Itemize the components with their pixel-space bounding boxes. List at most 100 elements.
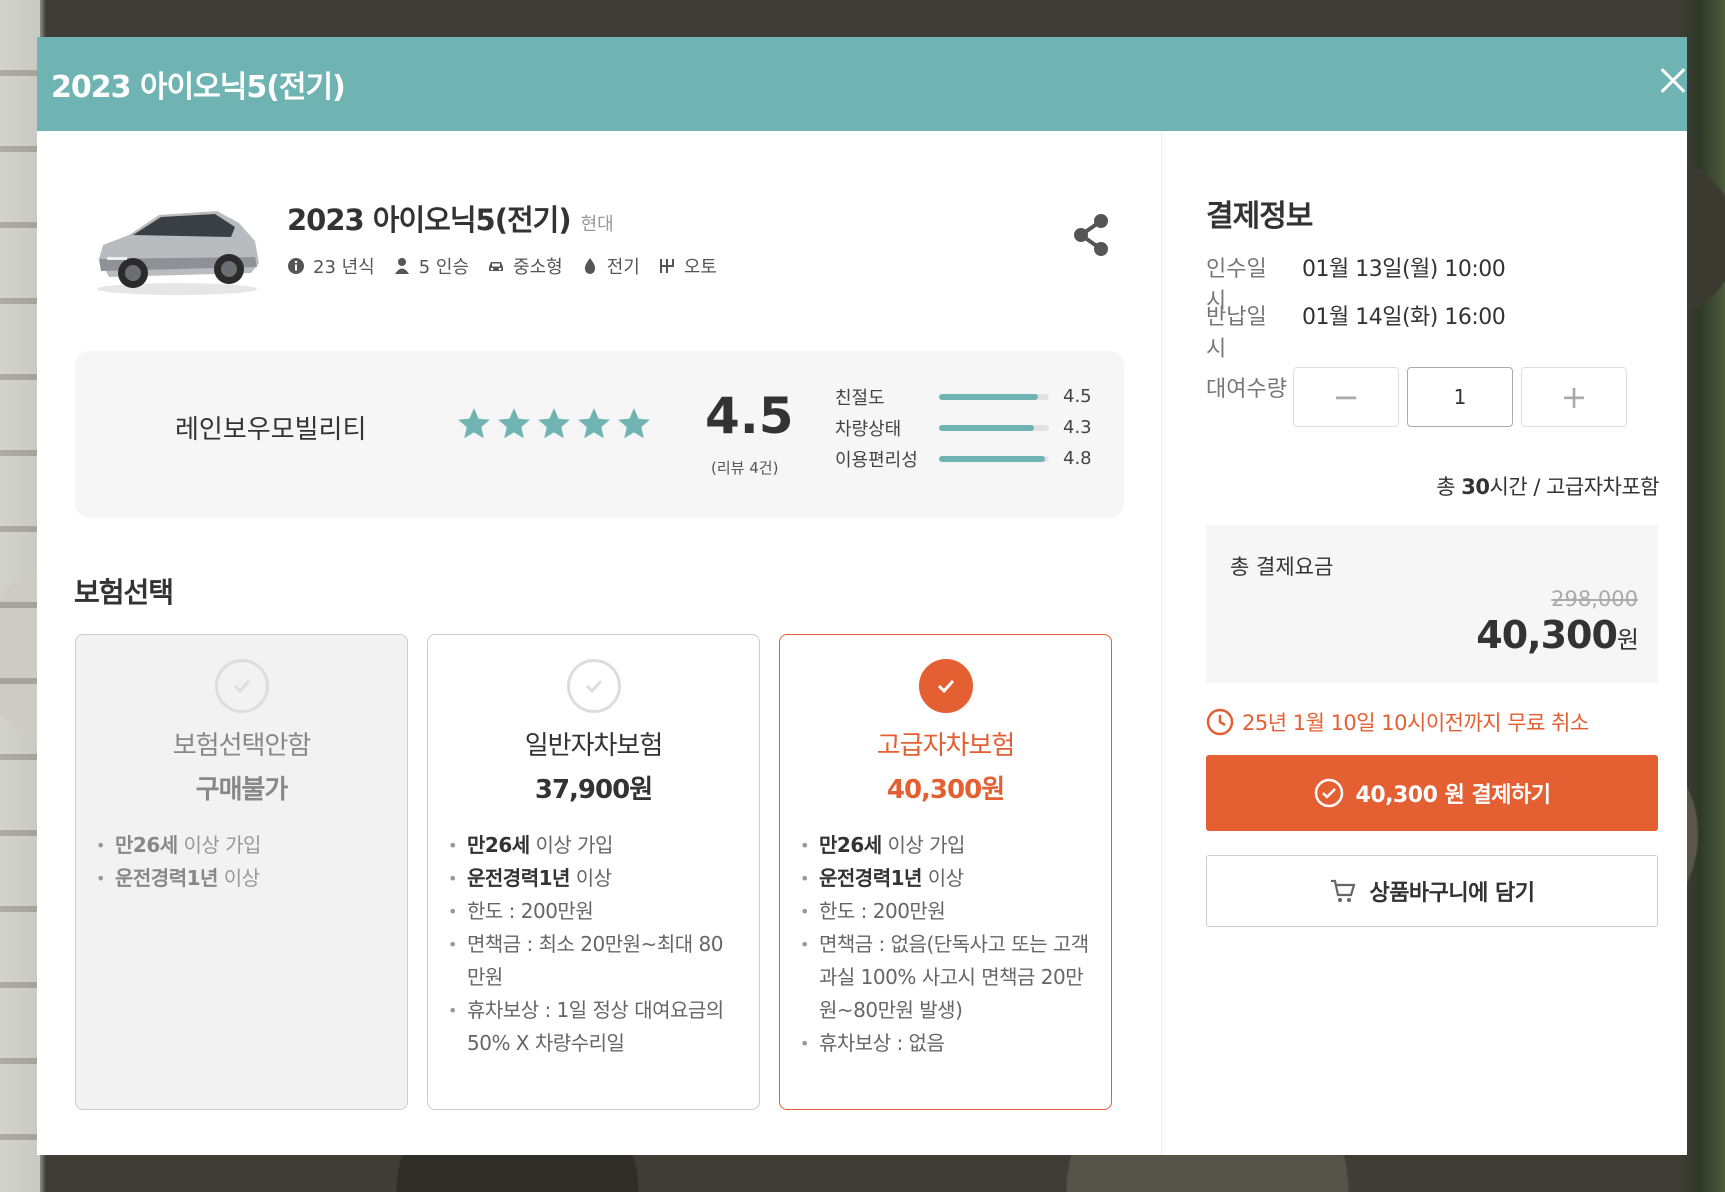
cart-button-label: 상품바구니에 담기 bbox=[1369, 881, 1535, 906]
modal-body: 2023 아이오닉5(전기) 현대 23 년식 5 인승 중소형 전기 오토 레… bbox=[37, 131, 1687, 1155]
rating-score: 4.5 bbox=[705, 387, 794, 445]
total-hours-value: 30 bbox=[1461, 475, 1490, 499]
spec-year: 23 년식 bbox=[287, 253, 375, 279]
insurance-price: 37,900원 bbox=[534, 775, 653, 805]
spec-seats: 5 인승 bbox=[393, 253, 469, 279]
original-price: 298,000 bbox=[1551, 587, 1638, 611]
feature-item: 면책금 : 없음(단독사고 또는 고객과실 100% 사고시 면책금 20만원~… bbox=[800, 928, 1091, 1027]
total-price-label: 총 결제요금 bbox=[1230, 555, 1334, 579]
rating-row-condition: 차량상태 4.3 bbox=[835, 412, 1092, 443]
return-row: 반납일시 01월 14일(화) 16:00 bbox=[1206, 299, 1506, 363]
insurance-card-premium[interactable]: 고급자차보험 40,300원 만26세 이상 가입운전경력1년 이상한도 : 2… bbox=[779, 634, 1112, 1110]
pay-button[interactable]: 40,300 원 결제하기 bbox=[1206, 755, 1658, 831]
total-price-box: 총 결제요금 298,000 40,300원 bbox=[1206, 525, 1658, 683]
car-detail-modal: 2023 아이오닉5(전기) 2023 아이오닉5(전기) 현대 23 년식 5… bbox=[37, 37, 1687, 1155]
car-specs: 23 년식 5 인승 중소형 전기 오토 bbox=[287, 253, 717, 279]
insurance-card-none[interactable]: 보험선택안함 구매불가 만26세 이상 가입운전경력1년 이상 bbox=[75, 634, 408, 1110]
total-hours-prefix: 총 bbox=[1436, 475, 1462, 499]
payment-title: 결제정보 bbox=[1206, 199, 1313, 234]
cart-icon bbox=[1331, 879, 1356, 902]
currency-unit: 원 bbox=[1616, 626, 1639, 654]
rating-label-convenience: 이용편리성 bbox=[835, 449, 918, 471]
feature-item: 운전경력1년 이상 bbox=[448, 862, 739, 895]
rating-value-condition: 4.3 bbox=[1063, 417, 1092, 438]
insurance-price: 40,300원 bbox=[886, 775, 1005, 805]
feature-text: 면책금 : 없음(단독사고 또는 고객과실 100% 사고시 면책금 20만원~… bbox=[819, 932, 1089, 1022]
feature-highlight: 운전경력1년 bbox=[467, 866, 570, 890]
insurance-card-standard[interactable]: 일반자차보험 37,900원 만26세 이상 가입운전경력1년 이상한도 : 2… bbox=[427, 634, 760, 1110]
feature-highlight: 만26세 bbox=[819, 833, 882, 857]
rating-row-kindness: 친절도 4.5 bbox=[835, 381, 1092, 412]
feature-text: 휴차보상 : 1일 정상 대여요금의 50% X 차량수리일 bbox=[467, 998, 724, 1055]
info-icon bbox=[288, 258, 304, 274]
feature-text: 한도 : 200만원 bbox=[467, 899, 594, 923]
quantity-minus-button[interactable]: − bbox=[1293, 367, 1399, 427]
rating-bar-fill-kindness bbox=[939, 393, 1038, 400]
rating-value-convenience: 4.8 bbox=[1063, 448, 1092, 469]
feature-text: 한도 : 200만원 bbox=[819, 899, 946, 923]
check-circle-icon bbox=[919, 659, 973, 713]
feature-text: 이상 가입 bbox=[177, 833, 261, 857]
background-stripes bbox=[0, 0, 40, 1192]
rating-bar-track bbox=[939, 393, 1049, 400]
star-icon bbox=[618, 408, 650, 439]
feature-item: 휴차보상 : 없음 bbox=[800, 1027, 1091, 1060]
star-icon bbox=[458, 408, 490, 439]
add-to-cart-button[interactable]: 상품바구니에 담기 bbox=[1206, 855, 1658, 927]
feature-item: 운전경력1년 이상 bbox=[96, 862, 387, 895]
feature-item: 한도 : 200만원 bbox=[448, 895, 739, 928]
feature-highlight: 운전경력1년 bbox=[115, 866, 218, 890]
spec-size: 중소형 bbox=[487, 253, 563, 279]
feature-item: 만26세 이상 가입 bbox=[96, 829, 387, 862]
insurance-price: 구매불가 bbox=[195, 775, 289, 805]
feature-text: 면책금 : 최소 20만원~최대 80만원 bbox=[467, 932, 723, 989]
clock-icon bbox=[1206, 708, 1234, 736]
pay-button-label: 40,300 원 결제하기 bbox=[1355, 783, 1551, 808]
feature-highlight: 만26세 bbox=[467, 833, 530, 857]
spec-size-label: 중소형 bbox=[513, 257, 563, 278]
star-icon bbox=[538, 408, 570, 439]
free-cancel-text: 25년 1월 10일 10시이전까지 무료 취소 bbox=[1242, 711, 1589, 735]
rating-value-kindness: 4.5 bbox=[1063, 386, 1092, 407]
feature-highlight: 운전경력1년 bbox=[819, 866, 922, 890]
car-name: 2023 아이오닉5(전기) bbox=[287, 203, 572, 237]
feature-text: 이상 가입 bbox=[881, 833, 965, 857]
spec-transmission: 오토 bbox=[658, 253, 717, 279]
spec-year-label: 23 년식 bbox=[313, 257, 375, 278]
rating-label-kindness: 친절도 bbox=[835, 387, 885, 409]
feature-item: 운전경력1년 이상 bbox=[800, 862, 1091, 895]
share-icon[interactable] bbox=[1069, 211, 1113, 259]
feature-text: 이상 bbox=[569, 866, 612, 890]
return-label: 반납일시 bbox=[1206, 305, 1267, 362]
close-icon[interactable] bbox=[1647, 51, 1687, 111]
quantity-plus-button[interactable]: + bbox=[1521, 367, 1627, 427]
rating-bar-fill-convenience bbox=[939, 455, 1045, 462]
final-price-value: 40,300 bbox=[1476, 613, 1618, 657]
spec-seats-label: 5 인승 bbox=[418, 257, 470, 278]
final-price: 40,300원 bbox=[1476, 613, 1639, 657]
quantity-input[interactable]: 1 bbox=[1407, 367, 1513, 427]
car-icon bbox=[489, 262, 504, 271]
feature-text: 이상 가입 bbox=[529, 833, 613, 857]
modal-header: 2023 아이오닉5(전기) bbox=[37, 37, 1687, 131]
free-cancel-notice: 25년 1월 10일 10시이전까지 무료 취소 bbox=[1206, 707, 1589, 737]
car-brand: 현대 bbox=[580, 214, 614, 235]
spec-transmission-label: 오토 bbox=[683, 257, 717, 278]
rating-breakdown: 친절도 4.5 차량상태 4.3 이용편리성 4.8 bbox=[835, 381, 1092, 474]
rating-label-condition: 차량상태 bbox=[835, 418, 902, 440]
check-circle-icon bbox=[1314, 778, 1343, 808]
rating-row-convenience: 이용편리성 4.8 bbox=[835, 443, 1092, 474]
check-circle-icon bbox=[215, 659, 269, 713]
insurance-name: 고급자차보험 bbox=[876, 731, 1016, 761]
gear-shift-icon bbox=[659, 259, 674, 273]
rating-bar-track bbox=[939, 455, 1049, 462]
feature-text: 이상 bbox=[921, 866, 964, 890]
total-hours: 총 30시간 / 고급자차포함 bbox=[1436, 471, 1659, 501]
insurance-section-title: 보험선택 bbox=[74, 576, 174, 609]
rating-bar-track bbox=[939, 424, 1049, 431]
feature-item: 휴차보상 : 1일 정상 대여요금의 50% X 차량수리일 bbox=[448, 994, 739, 1060]
feature-text: 이상 bbox=[217, 866, 260, 890]
rating-bar-fill-condition bbox=[939, 424, 1034, 431]
feature-item: 한도 : 200만원 bbox=[800, 895, 1091, 928]
car-info-panel: 2023 아이오닉5(전기) 현대 23 년식 5 인승 중소형 전기 오토 레… bbox=[37, 131, 1162, 1155]
